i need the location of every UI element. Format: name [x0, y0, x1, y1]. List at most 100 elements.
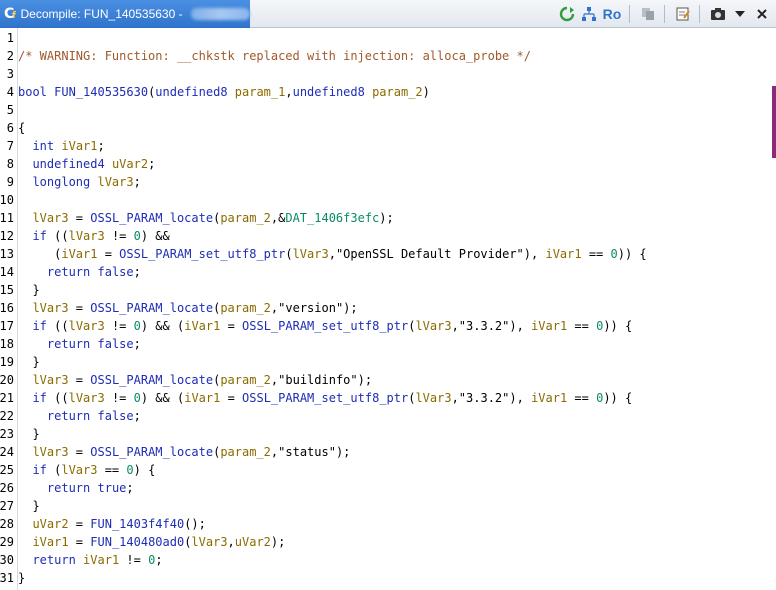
code-token[interactable]: lVar3: [191, 535, 227, 549]
code-line[interactable]: lVar3 = OSSL_PARAM_locate(param_2,"build…: [18, 371, 372, 389]
code-token: 0: [610, 247, 618, 261]
code-token[interactable]: OSSL_PARAM_set_utf8_ptr: [119, 247, 285, 261]
code-token[interactable]: lVar3: [69, 391, 105, 405]
code-line[interactable]: }: [18, 497, 40, 515]
toolbar-separator: [664, 5, 665, 23]
code-line[interactable]: if ((lVar3 != 0) && (iVar1 = OSSL_PARAM_…: [18, 317, 632, 335]
code-token[interactable]: uVar2: [235, 535, 271, 549]
snapshot-camera-icon[interactable]: [708, 4, 728, 24]
code-token[interactable]: iVar1: [83, 553, 119, 567]
code-token[interactable]: param_1: [235, 85, 286, 99]
code-token[interactable]: OSSL_PARAM_locate: [90, 301, 213, 315]
code-line[interactable]: if ((lVar3 != 0) && (iVar1 = OSSL_PARAM_…: [18, 389, 632, 407]
code-line[interactable]: uVar2 = FUN_1403f4f40();: [18, 515, 205, 533]
code-line[interactable]: lVar3 = OSSL_PARAM_locate(param_2,"versi…: [18, 299, 357, 317]
decompiler-tab[interactable]: Cf Decompile: FUN_140535630 -: [0, 0, 250, 28]
code-token: true: [97, 481, 127, 495]
code-token[interactable]: param_2: [220, 211, 271, 225]
overview-scroll-marker[interactable]: [772, 86, 776, 158]
code-token[interactable]: lVar3: [32, 373, 68, 387]
code-line[interactable]: return iVar1 != 0;: [18, 551, 162, 569]
code-line[interactable]: return true;: [18, 479, 134, 497]
code-token[interactable]: lVar3: [97, 175, 133, 189]
graph-icon[interactable]: [579, 4, 599, 24]
code-token: }: [18, 499, 40, 513]
code-token[interactable]: lVar3: [415, 319, 451, 333]
code-token[interactable]: lVar3: [69, 319, 105, 333]
code-line[interactable]: return false;: [18, 407, 141, 425]
decompiler-icon: Cf: [4, 6, 16, 22]
code-token: (: [46, 463, 62, 477]
code-token[interactable]: iVar1: [184, 391, 220, 405]
code-token[interactable]: OSSL_PARAM_set_utf8_ptr: [242, 319, 408, 333]
code-token[interactable]: FUN_140480ad0: [90, 535, 184, 549]
read-only-toggle[interactable]: Ro: [601, 4, 623, 24]
line-number: 27: [0, 499, 14, 513]
code-token[interactable]: OSSL_PARAM_locate: [90, 211, 213, 225]
code-token[interactable]: param_2: [220, 301, 271, 315]
code-token[interactable]: iVar1: [32, 535, 68, 549]
decompiler-code-view[interactable]: 1 2 3 4 5 6 7 8 9 10 11 12 13 14 15 16 17 18 19 20 21 22 23 24 2…: [0, 28, 776, 590]
edit-signature-icon[interactable]: [673, 4, 693, 24]
code-line[interactable]: iVar1 = FUN_140480ad0(lVar3,uVar2);: [18, 533, 285, 551]
code-token[interactable]: iVar1: [545, 247, 581, 261]
code-token[interactable]: lVar3: [32, 445, 68, 459]
code-line[interactable]: return false;: [18, 263, 141, 281]
code-line[interactable]: longlong lVar3;: [18, 173, 140, 191]
line-number: 9: [6, 175, 14, 189]
code-line[interactable]: lVar3 = OSSL_PARAM_locate(param_2,&DAT_1…: [18, 209, 393, 227]
code-line[interactable]: return false;: [18, 335, 141, 353]
code-token[interactable]: DAT_1406f3efc: [285, 211, 379, 225]
code-token: =: [68, 211, 91, 225]
code-token[interactable]: FUN_140535630: [54, 85, 148, 99]
code-line[interactable]: lVar3 = OSSL_PARAM_locate(param_2,"statu…: [18, 443, 350, 461]
code-line[interactable]: int iVar1;: [18, 137, 104, 155]
code-token[interactable]: FUN_1403f4f40: [90, 517, 184, 531]
close-icon[interactable]: [752, 4, 772, 24]
code-token: ((: [46, 319, 69, 333]
code-line[interactable]: (iVar1 = OSSL_PARAM_set_utf8_ptr(lVar3,"…: [18, 245, 647, 263]
code-token[interactable]: uVar2: [112, 157, 148, 171]
code-line[interactable]: {: [18, 119, 25, 137]
code-token[interactable]: iVar1: [61, 247, 97, 261]
code-token[interactable]: OSSL_PARAM_locate: [90, 373, 213, 387]
code-line[interactable]: undefined4 uVar2;: [18, 155, 155, 173]
code-line[interactable]: }: [18, 425, 39, 443]
code-line[interactable]: }: [18, 569, 25, 587]
line-number: 26: [0, 481, 14, 495]
code-token[interactable]: lVar3: [69, 229, 105, 243]
code-token[interactable]: OSSL_PARAM_set_utf8_ptr: [242, 391, 408, 405]
code-line[interactable]: }: [18, 353, 39, 371]
menu-dropdown-icon[interactable]: [730, 4, 750, 24]
window-title: Decompile: FUN_140535630 -: [20, 7, 183, 21]
code-token[interactable]: lVar3: [32, 211, 68, 225]
code-token[interactable]: lVar3: [32, 301, 68, 315]
code-line[interactable]: bool FUN_140535630(undefined8 param_1,un…: [18, 83, 430, 101]
line-number: 4: [6, 85, 14, 99]
code-line[interactable]: if (lVar3 == 0) {: [18, 461, 155, 479]
code-line[interactable]: if ((lVar3 != 0) &&: [18, 227, 169, 245]
code-token[interactable]: lVar3: [293, 247, 329, 261]
code-line[interactable]: }: [18, 281, 39, 299]
code-token[interactable]: uVar2: [32, 517, 68, 531]
code-token[interactable]: lVar3: [61, 463, 97, 477]
code-token[interactable]: param_2: [220, 445, 271, 459]
code-token[interactable]: param_2: [220, 373, 271, 387]
code-line[interactable]: /* WARNING: Function: __chkstk replaced …: [18, 47, 531, 65]
code-token[interactable]: iVar1: [531, 391, 567, 405]
code-token: ,: [328, 247, 336, 261]
code-token[interactable]: iVar1: [184, 319, 220, 333]
code-token[interactable]: iVar1: [531, 319, 567, 333]
copy-icon[interactable]: [638, 4, 658, 24]
refresh-icon[interactable]: [557, 4, 577, 24]
code-token[interactable]: iVar1: [61, 139, 97, 153]
code-token[interactable]: OSSL_PARAM_locate: [90, 445, 213, 459]
code-token: false: [97, 409, 134, 423]
code-token[interactable]: param_2: [372, 85, 423, 99]
code-token[interactable]: lVar3: [415, 391, 451, 405]
